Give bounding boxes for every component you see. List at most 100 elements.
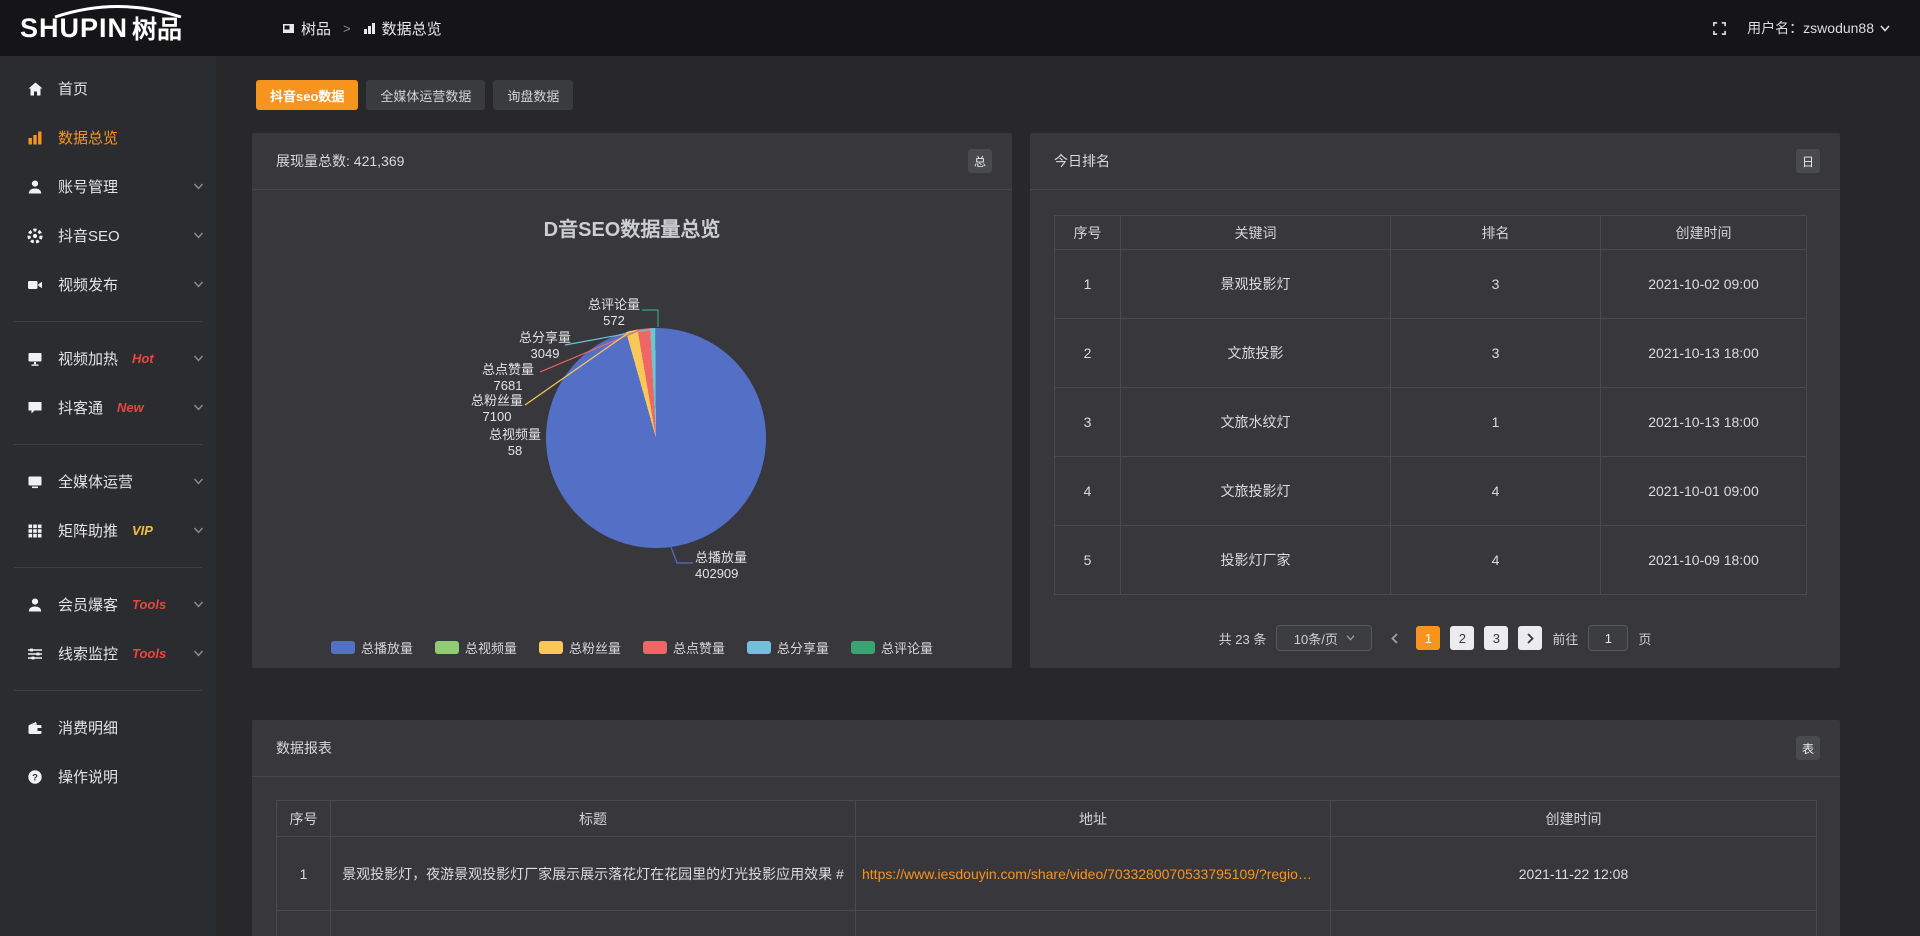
table-row: 1 景观投影灯，夜游景观投影灯厂家展示展示落花灯在花园里的灯光投影应用效果 # … <box>277 837 1817 911</box>
sidebar-item-video-heat[interactable]: 视频加热 Hot <box>0 334 216 383</box>
table-header-row: 序号 关键词 排名 创建时间 <box>1055 216 1807 250</box>
legend-swatch <box>331 641 355 654</box>
sidebar-item-clue-monitor[interactable]: 线索监控 Tools <box>0 629 216 678</box>
goto-page-input[interactable] <box>1588 625 1628 651</box>
data-report-panel: 数据报表 表 序号 标题 地址 创建时间 1 景观投影灯，夜游景观投影灯厂家展示… <box>252 720 1840 936</box>
today-rank-panel: 今日排名 日 序号 关键词 排名 创建时间 1 景观投影灯 3 2021-10-… <box>1030 133 1840 668</box>
sidebar-item-douyin-seo[interactable]: 抖音SEO <box>0 211 216 260</box>
pie-label-shares: 总分享量 3049 <box>495 330 595 362</box>
user-menu[interactable]: 用户名：zswodun88 <box>1747 18 1890 38</box>
video-camera-icon <box>26 277 44 293</box>
bar-chart-icon <box>26 130 44 146</box>
tab-inquiry-data[interactable]: 询盘数据 <box>493 80 573 110</box>
sidebar-item-matrix-boost[interactable]: 矩阵助推 VIP <box>0 506 216 555</box>
pagination: 共 23 条 10条/页 1 2 3 前往 页 <box>1030 625 1840 651</box>
table-view-button[interactable]: 表 <box>1796 736 1820 760</box>
legend-item[interactable]: 总点赞量 <box>643 638 725 657</box>
page-button-1[interactable]: 1 <box>1416 626 1440 650</box>
monitor-icon <box>26 474 44 490</box>
chart-panel-header: 展现量总数: 421,369 总 <box>252 133 1012 190</box>
main-content: 抖音seo数据 全媒体运营数据 询盘数据 展现量总数: 421,369 总 D音… <box>216 56 1920 936</box>
col-index: 序号 <box>1055 216 1121 250</box>
home-icon <box>26 81 44 97</box>
chevron-down-icon <box>193 355 204 362</box>
breadcrumb-item-home[interactable]: 树品 <box>282 18 331 39</box>
col-index: 序号 <box>277 801 331 837</box>
sidebar-item-label: 账号管理 <box>58 176 118 197</box>
next-page-button[interactable] <box>1518 626 1542 650</box>
chevron-down-icon <box>193 601 204 608</box>
table-row: 3 文旅水纹灯 1 2021-10-13 18:00 <box>1055 388 1807 457</box>
legend-item[interactable]: 总分享量 <box>747 638 829 657</box>
sidebar-divider <box>14 567 202 568</box>
chevron-down-icon <box>193 404 204 411</box>
sidebar-item-doukectong[interactable]: 抖客通 New <box>0 383 216 432</box>
chevron-down-icon <box>1346 635 1355 641</box>
page-button-2[interactable]: 2 <box>1450 626 1474 650</box>
col-title: 标题 <box>331 801 856 837</box>
chevron-down-icon <box>193 232 204 239</box>
sidebar: 首页 数据总览 账号管理 抖音SEO 视频发布 视频加热 Hot <box>0 56 216 936</box>
gear-icon <box>26 228 44 244</box>
topbar: SHUPIN 树品 树品 > 数据总览 用户名：zswodun88 <box>0 0 1920 56</box>
sidebar-item-label: 抖客通 <box>58 397 103 418</box>
seo-chart-panel: 展现量总数: 421,369 总 D音SEO数据量总览 总评论量 572 总分享… <box>252 133 1012 668</box>
app-logo: SHUPIN 树品 <box>20 0 216 56</box>
table-row: 5 投影灯厂家 4 2021-10-09 18:00 <box>1055 526 1807 595</box>
legend-swatch <box>747 641 771 654</box>
sidebar-item-label: 全媒体运营 <box>58 471 133 492</box>
chat-icon <box>26 400 44 416</box>
prev-page-button[interactable] <box>1382 626 1406 650</box>
question-icon: ? <box>26 769 44 785</box>
svg-text:?: ? <box>32 772 38 783</box>
sidebar-item-data-overview[interactable]: 数据总览 <box>0 113 216 162</box>
sidebar-item-expense-detail[interactable]: 消费明细 <box>0 703 216 752</box>
user-icon <box>26 179 44 195</box>
chevron-down-icon <box>193 478 204 485</box>
tab-douyin-seo-data[interactable]: 抖音seo数据 <box>256 80 358 110</box>
col-created: 创建时间 <box>1601 216 1807 250</box>
report-panel-header: 数据报表 表 <box>252 720 1840 777</box>
tools-badge: Tools <box>132 597 166 612</box>
username-label: 用户名：zswodun88 <box>1747 18 1874 38</box>
sidebar-item-omni-media[interactable]: 全媒体运营 <box>0 457 216 506</box>
sliders-icon <box>26 646 44 662</box>
total-view-button[interactable]: 总 <box>968 149 992 173</box>
sidebar-divider <box>14 690 202 691</box>
chevron-left-icon <box>1391 633 1398 644</box>
sidebar-item-label: 操作说明 <box>58 766 118 787</box>
sidebar-item-label: 矩阵助推 <box>58 520 118 541</box>
table-header-row: 序号 标题 地址 创建时间 <box>277 801 1817 837</box>
legend-item[interactable]: 总粉丝量 <box>539 638 621 657</box>
grid-icon <box>26 523 44 539</box>
chart-title: D音SEO数据量总览 <box>252 213 1012 242</box>
total-count-label: 共 23 条 <box>1219 629 1267 648</box>
day-view-button[interactable]: 日 <box>1796 149 1820 173</box>
sidebar-item-member-baoke[interactable]: 会员爆客 Tools <box>0 580 216 629</box>
sidebar-divider <box>14 444 202 445</box>
legend-item[interactable]: 总评论量 <box>851 638 933 657</box>
legend-item[interactable]: 总视频量 <box>435 638 517 657</box>
tab-omni-media-data[interactable]: 全媒体运营数据 <box>366 80 485 110</box>
sidebar-item-home[interactable]: 首页 <box>0 64 216 113</box>
legend-item[interactable]: 总播放量 <box>331 638 413 657</box>
sidebar-item-help[interactable]: ? 操作说明 <box>0 752 216 801</box>
member-icon <box>26 597 44 613</box>
pie-label-plays: 总播放量 402909 <box>695 550 805 582</box>
sidebar-item-label: 首页 <box>58 78 88 99</box>
video-url-link[interactable]: https://www.iesdouyin.com/share/video/70… <box>862 866 1312 882</box>
sidebar-item-label: 抖音SEO <box>58 225 120 246</box>
sidebar-item-account[interactable]: 账号管理 <box>0 162 216 211</box>
chevron-right-icon <box>1527 633 1534 644</box>
page-size-select[interactable]: 10条/页 <box>1276 625 1372 651</box>
breadcrumb-separator: > <box>343 21 351 36</box>
chevron-down-icon <box>193 183 204 190</box>
breadcrumb-item-overview[interactable]: 数据总览 <box>363 18 442 39</box>
data-tabs: 抖音seo数据 全媒体运营数据 询盘数据 <box>256 80 573 110</box>
table-row-partial <box>277 911 1817 936</box>
page-button-3[interactable]: 3 <box>1484 626 1508 650</box>
chevron-down-icon <box>193 527 204 534</box>
sidebar-item-label: 视频加热 <box>58 348 118 369</box>
fullscreen-icon[interactable] <box>1712 21 1727 36</box>
sidebar-item-video-publish[interactable]: 视频发布 <box>0 260 216 309</box>
